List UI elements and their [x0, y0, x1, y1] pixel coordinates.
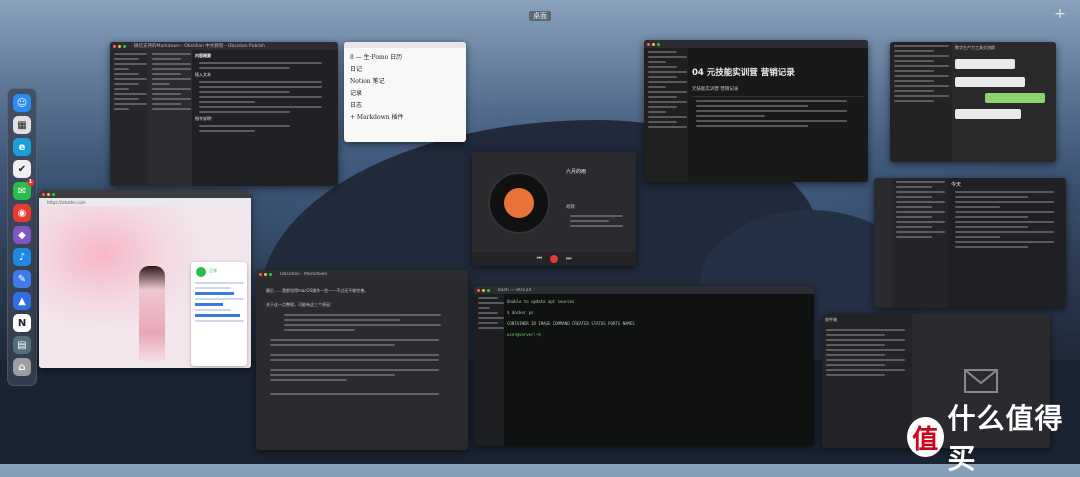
envelope-icon	[964, 369, 998, 393]
window-titlebar[interactable]: Obsidian · Markdown	[256, 270, 468, 278]
notion-sidebar	[644, 48, 688, 182]
pen-icon[interactable]: ✎	[13, 270, 31, 288]
window-music-player[interactable]: 六月的雨 胡歌 ⏮ ⏭	[472, 152, 636, 266]
song-artist: 胡歌	[566, 205, 575, 210]
note-heading: 内容概要	[195, 53, 211, 58]
player-controls[interactable]: ⏮ ⏭	[472, 252, 636, 266]
wallpaper-figure	[139, 266, 165, 362]
prev-icon[interactable]: ⏮	[537, 255, 542, 263]
finder-window-icon[interactable]: ▤	[13, 336, 31, 354]
edge-icon[interactable]: e	[13, 138, 31, 156]
add-space-button[interactable]: +	[1053, 6, 1067, 22]
launchpad-icon[interactable]: ▦	[13, 116, 31, 134]
note-sub: 指令说明：	[195, 116, 215, 121]
dock: ☺ ▦ e ✔ ✉ 1 ◉ ◆ ♪ ✎ ▲ N ▤ ⌂	[7, 88, 37, 386]
window-titlebar[interactable]	[39, 190, 251, 198]
smzdm-logo-text: 什么值得买	[947, 402, 1064, 475]
terminal-line: Unable to update apt sources	[507, 299, 575, 304]
window-obsidian-notes[interactable]: 微信支持的Markdown - Obsidian 中文教程 - Obsidian…	[110, 42, 338, 186]
trash-icon[interactable]: ⌂	[13, 358, 31, 376]
paper-plane-icon[interactable]: ▲	[13, 292, 31, 310]
lyrics	[566, 212, 626, 230]
obsidian-icon[interactable]: ◆	[13, 226, 31, 244]
terminal-line: CONTAINER ID IMAGE COMMAND CREATED STATU…	[507, 321, 635, 326]
notion-table-title: 元技能实训营 营销记录	[692, 87, 739, 92]
todo-icon[interactable]: ✔	[13, 160, 31, 178]
notification-badge: 1	[27, 179, 34, 186]
window-title: 微信支持的Markdown - Obsidian 中文教程 - Obsidian…	[134, 44, 266, 49]
window-titlebar[interactable]: bash — 80×24	[474, 286, 814, 294]
handwritten-page: 8 — 生·Pomo 日历 日记 Notion 笔记 记录日志 + Markdown 插…	[344, 48, 466, 128]
notion-icon[interactable]: N	[13, 314, 31, 332]
terminal-line: user@server:~$	[507, 332, 541, 337]
handwritten-line: 记录	[350, 90, 363, 97]
window-titlebar[interactable]	[644, 40, 868, 48]
handwritten-line: 日记	[350, 66, 363, 73]
window-handwritten-notes[interactable]: 8 — 生·Pomo 日历 日记 Notion 笔记 记录日志 + Markdown 插…	[344, 42, 466, 142]
play-pause-button[interactable]	[550, 255, 558, 263]
handwritten-line: 8 — 生·Pomo 日历	[350, 54, 403, 61]
weibo-icon[interactable]: ◉	[13, 204, 31, 222]
window-titlebar[interactable]: 微信支持的Markdown - Obsidian 中文教程 - Obsidian…	[110, 42, 338, 50]
terminal-sidebar	[474, 294, 505, 446]
window-article[interactable]: Obsidian · Markdown 最后……我都觉得macOS操作一些——不…	[256, 270, 468, 450]
smzdm-watermark: 值 什么值得买	[907, 402, 1080, 475]
status-text: 正常	[209, 268, 217, 273]
handwritten-line: 日志	[350, 102, 363, 109]
handwritten-line: + Markdown 插件	[350, 114, 404, 121]
wechat-icon[interactable]: ✉ 1	[13, 179, 34, 200]
notion-page-title: 04 元技能实训营 营销记录	[692, 68, 795, 78]
window-wechat-group[interactable]: 数字生产力工具交流群	[890, 42, 1056, 162]
notes-sidebar	[110, 50, 148, 186]
window-browser[interactable]: https://smzdm.com 正常	[39, 190, 251, 368]
finder-icon[interactable]: ☺	[13, 94, 31, 112]
window-title: Obsidian · Markdown	[280, 271, 328, 277]
window-notion[interactable]: 04 元技能实训营 营销记录 元技能实训营 营销记录	[644, 40, 868, 182]
tiktok-icon[interactable]: ♪	[13, 248, 31, 266]
task-list	[892, 178, 948, 308]
window-terminal[interactable]: bash — 80×24 Unable to update apt source…	[474, 286, 814, 446]
notes-list	[148, 50, 192, 186]
terminal-line: $ docker ps	[507, 310, 534, 315]
system-status-panel: 正常	[191, 262, 247, 366]
window-title: bash — 80×24	[498, 287, 532, 293]
window-task-app[interactable]: 今天	[874, 178, 1066, 308]
article-paragraph-2: 关于这一点整理，可能有这三个原因：	[266, 302, 334, 307]
mail-list: 收件箱	[822, 314, 912, 448]
mail-title: 收件箱	[825, 317, 837, 322]
terminal-output[interactable]: Unable to update apt sources $ docker ps C…	[504, 294, 814, 446]
browser-address-bar[interactable]: https://smzdm.com	[39, 198, 251, 206]
desktop-space-tab[interactable]: 桌面	[529, 11, 551, 21]
vinyl-record	[488, 172, 550, 234]
wechat-chat-list	[890, 42, 952, 162]
wechat-group-title: 数字生产力工具交流群	[955, 45, 995, 50]
next-icon[interactable]: ⏭	[566, 255, 571, 263]
note-section: 插入文本	[195, 72, 211, 77]
note-content: 内容概要 插入文本 指令说明：	[192, 50, 338, 186]
song-title: 六月的雨	[566, 169, 587, 175]
task-title: 今天	[951, 182, 962, 188]
article-paragraph-1: 最后……我都觉得macOS操作一些——不过还不够完善。	[266, 288, 369, 293]
task-sidebar	[874, 178, 892, 308]
handwritten-line: Notion 笔记	[350, 78, 385, 85]
smzdm-logo-mark: 值	[907, 417, 944, 457]
